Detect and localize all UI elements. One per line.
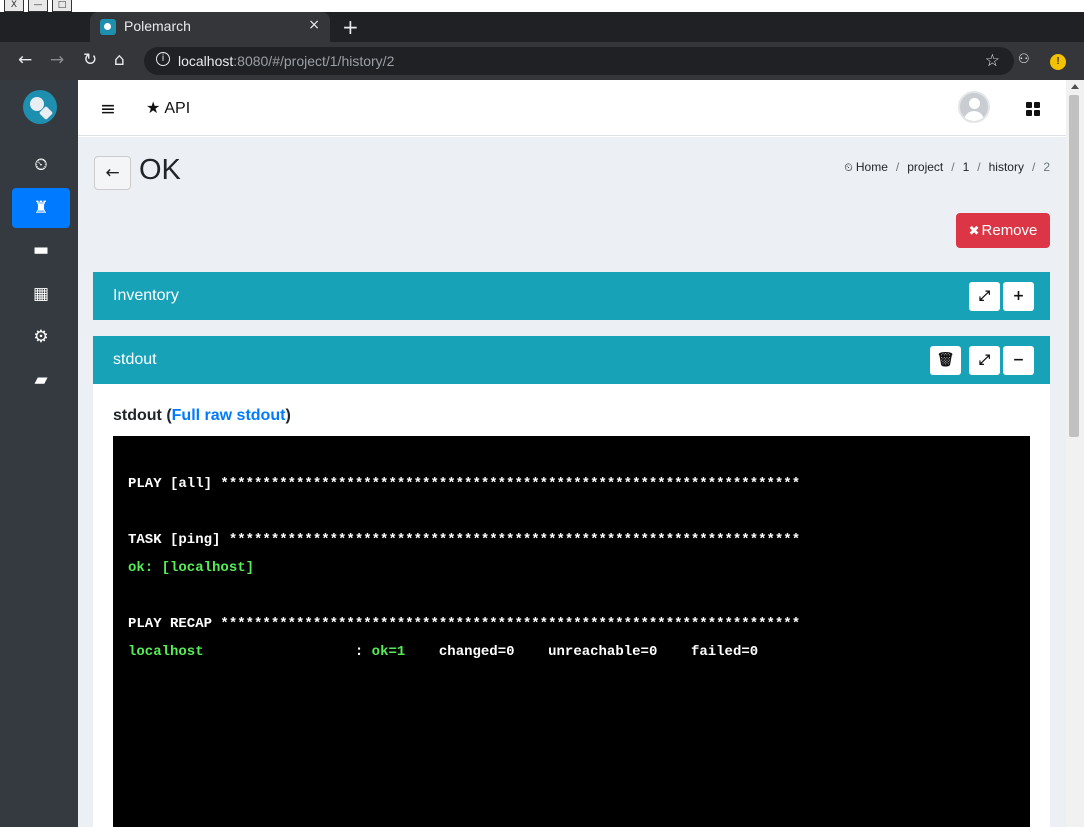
- browser-toolbar: ← → ↻ ⌂ i localhost:8080/#/project/1/his…: [0, 42, 1084, 80]
- terminal-line: TASK [ping] ****************************…: [128, 532, 801, 548]
- user-avatar[interactable]: [958, 91, 990, 123]
- tab-close-icon[interactable]: ×: [308, 17, 320, 33]
- inventory-title: Inventory: [113, 287, 179, 304]
- breadcrumb-history[interactable]: history: [989, 160, 1024, 175]
- api-link[interactable]: ★ API: [146, 98, 190, 118]
- terminal-line: PLAY [all] *****************************…: [128, 476, 801, 492]
- stdout-heading: stdout (Full raw stdout): [113, 407, 291, 424]
- stdout-clear-button[interactable]: 🗑: [930, 346, 961, 375]
- stdout-card-header[interactable]: stdout 🗑 ⤢ −: [93, 336, 1050, 384]
- breadcrumb-home[interactable]: ⏲ Home: [844, 160, 888, 175]
- stdout-card-title: stdout: [113, 351, 157, 368]
- hamburger-menu-icon[interactable]: ≡: [100, 98, 116, 120]
- sidebar-item-dashboard[interactable]: ⏲: [12, 145, 70, 185]
- expand-icon: ⤢: [978, 352, 991, 368]
- polemarch-logo-icon[interactable]: [23, 90, 57, 124]
- scroll-up-arrow-icon[interactable]: [1071, 84, 1079, 89]
- back-arrow-icon[interactable]: ←: [18, 50, 32, 70]
- breadcrumb-separator: /: [1031, 160, 1036, 174]
- plus-icon: +: [1012, 288, 1025, 304]
- address-bar[interactable]: i localhost:8080/#/project/1/history/2 ☆: [144, 47, 1014, 75]
- site-info-icon[interactable]: i: [156, 52, 170, 66]
- terminal-line: PLAY RECAP *****************************…: [128, 616, 801, 632]
- sidebar-item-projects[interactable]: ♜: [12, 188, 70, 228]
- trash-icon: 🗑: [936, 352, 955, 368]
- back-button[interactable]: ←: [94, 156, 131, 190]
- apps-grid-icon[interactable]: [1026, 102, 1040, 116]
- castle-icon: ♜: [33, 198, 49, 218]
- forward-arrow-icon[interactable]: →: [50, 50, 64, 70]
- calendar-icon: ▦: [32, 284, 50, 304]
- inventory-collapse-toggle[interactable]: +: [1003, 282, 1034, 311]
- tachometer-icon: ⏲: [34, 155, 48, 175]
- app-sidebar: ⏲ ♜ ▬ ▦ ⚙ ▰: [0, 80, 78, 827]
- page-title: OK: [139, 154, 181, 186]
- page-scrollbar[interactable]: [1066, 80, 1084, 827]
- tab-title: Polemarch: [124, 18, 191, 34]
- minus-icon: −: [1012, 352, 1025, 368]
- times-icon: ✖: [968, 224, 980, 239]
- expand-icon: ⤢: [978, 288, 991, 304]
- breadcrumb-project[interactable]: project: [907, 160, 943, 175]
- dashboard-icon: ⏲: [844, 161, 853, 174]
- terminal-line: ok: [localhost]: [128, 560, 255, 576]
- breadcrumb-separator: /: [951, 160, 955, 174]
- browser-tab-bar: Polemarch × +: [0, 12, 1084, 42]
- app-navbar: ≡ ★ API: [78, 80, 1066, 136]
- breadcrumb-history-id: 2: [1043, 160, 1050, 174]
- os-minimize-button[interactable]: —: [28, 0, 48, 12]
- reload-icon[interactable]: ↻: [83, 50, 97, 70]
- os-title-strip: X — □: [0, 0, 1084, 12]
- os-close-button[interactable]: X: [4, 0, 24, 12]
- browser-window: X — □ Polemarch × + ← → ↻ ⌂ i localhost:…: [0, 0, 1084, 827]
- arrow-left-icon: ←: [105, 163, 120, 183]
- sidebar-item-docs[interactable]: ▰: [12, 360, 70, 400]
- breadcrumb-separator: /: [895, 160, 900, 174]
- extension-icon[interactable]: ⚇: [1018, 52, 1030, 67]
- stdout-card-body: stdout (Full raw stdout) PLAY [all] ****…: [93, 384, 1050, 827]
- profile-avatar-icon[interactable]: !: [1050, 54, 1066, 70]
- stdout-terminal: PLAY [all] *****************************…: [113, 436, 1030, 827]
- terminal-recap-line: localhost : ok=1 changed=0 unreachable=0…: [128, 644, 759, 660]
- main-content: ← OK ⏲ Home / project / 1 / history / 2 ✖…: [78, 137, 1066, 827]
- star-icon: ★: [146, 98, 161, 117]
- full-raw-stdout-link[interactable]: Full raw stdout: [172, 407, 286, 424]
- stdout-expand-button[interactable]: ⤢: [969, 346, 1000, 375]
- stdout-collapse-button[interactable]: −: [1003, 346, 1034, 375]
- breadcrumb: ⏲ Home / project / 1 / history / 2: [844, 160, 1050, 175]
- new-tab-icon[interactable]: +: [342, 15, 359, 39]
- inventory-card-header[interactable]: Inventory ⤢ +: [93, 272, 1050, 320]
- os-maximize-button[interactable]: □: [52, 0, 72, 12]
- home-icon[interactable]: ⌂: [114, 50, 125, 70]
- sidebar-item-folder[interactable]: ▬: [12, 230, 70, 270]
- folder-icon: ▬: [32, 240, 50, 260]
- url-text: localhost:8080/#/project/1/history/2: [178, 53, 395, 69]
- book-icon: ▰: [34, 370, 48, 390]
- inventory-expand-button[interactable]: ⤢: [969, 282, 1000, 311]
- sidebar-item-settings[interactable]: ⚙: [12, 317, 70, 357]
- browser-tab[interactable]: Polemarch ×: [90, 12, 330, 42]
- gear-icon: ⚙: [33, 327, 49, 347]
- breadcrumb-separator: /: [977, 160, 981, 174]
- polemarch-favicon-icon: [100, 19, 116, 35]
- sidebar-item-calendar[interactable]: ▦: [12, 274, 70, 314]
- bookmark-star-icon[interactable]: ☆: [985, 51, 1000, 71]
- breadcrumb-project-id[interactable]: 1: [963, 160, 970, 175]
- remove-button[interactable]: ✖ Remove: [956, 213, 1050, 248]
- scroll-thumb[interactable]: [1069, 95, 1079, 437]
